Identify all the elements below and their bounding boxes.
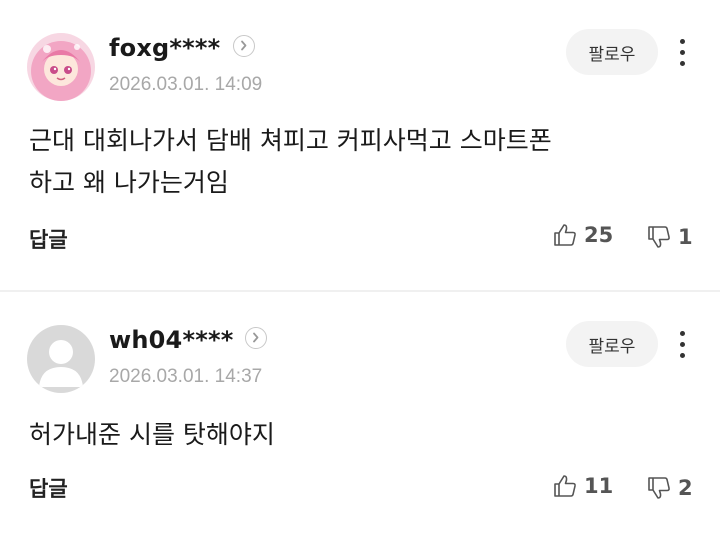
comment-text-line: 허가내준 시를 탓해야지 [29,420,275,449]
nickname[interactable]: foxg**** [109,34,220,62]
more-options-icon[interactable] [672,37,692,69]
thumbs-down-icon [648,477,670,499]
comment-text: 근대 대회나가서 담배 쳐피고 커피사먹고 스마트폰 하고 왜 나가는거임 [29,120,552,204]
follow-button[interactable]: 팔로우 [566,29,658,75]
dislike-count: 2 [678,476,693,500]
reply-button[interactable]: 답글 [29,473,68,503]
comment-item: foxg**** 2026.03.01. 14:09 팔로우 근대 대회나가서 … [0,0,720,290]
dislike-button[interactable]: 2 [646,475,693,501]
thumbs-down-icon [648,226,670,248]
dislike-count: 1 [678,225,693,249]
like-count: 25 [584,223,614,247]
like-button[interactable]: 25 [552,222,613,248]
comment-date: 2026.03.01. 14:09 [109,74,263,95]
comment-item: wh04**** 2026.03.01. 14:37 팔로우 허가내준 시를 탓… [0,292,720,533]
like-count: 11 [584,474,614,498]
chevron-right-icon[interactable] [245,327,267,349]
more-options-icon[interactable] [672,329,692,361]
thumbs-up-icon [554,224,576,246]
comment-text-line: 근대 대회나가서 담배 쳐피고 커피사먹고 스마트폰 [29,126,552,155]
reply-button[interactable]: 답글 [29,224,68,254]
comment-text-line: 하고 왜 나가는거임 [29,168,229,197]
comment-date: 2026.03.01. 14:37 [109,366,263,387]
follow-button[interactable]: 팔로우 [566,321,658,367]
thumbs-up-icon [554,475,576,497]
avatar[interactable] [27,325,95,393]
like-button[interactable]: 11 [552,473,613,499]
nickname[interactable]: wh04**** [109,326,233,354]
comment-text: 허가내준 시를 탓해야지 [29,414,275,456]
chevron-right-icon[interactable] [233,35,255,57]
avatar[interactable] [27,33,95,101]
dislike-button[interactable]: 1 [646,224,693,250]
